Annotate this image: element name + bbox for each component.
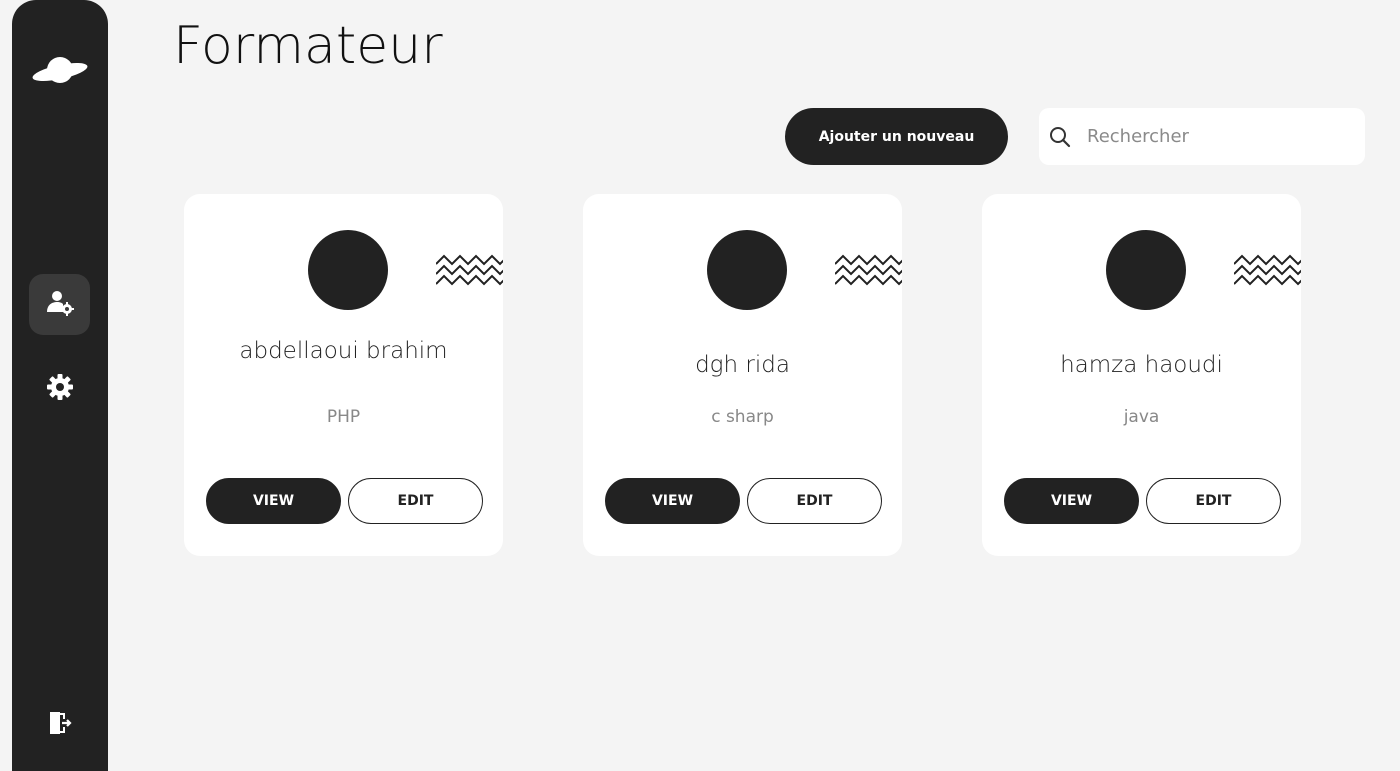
edit-button[interactable]: EDIT [747,478,882,524]
zigzag-decoration-icon [835,254,902,286]
edit-button[interactable]: EDIT [1146,478,1281,524]
sidebar-item-logout[interactable] [29,694,90,755]
view-button[interactable]: VIEW [605,478,740,524]
trainer-card: hamza haoudi java VIEW EDIT [982,194,1301,556]
trainer-card: dgh rida c sharp VIEW EDIT [583,194,902,556]
logout-icon [48,710,72,740]
trainer-name: hamza haoudi [1060,352,1223,378]
avatar [1106,230,1186,310]
sidebar-item-settings[interactable] [29,358,90,419]
sidebar-item-formateurs[interactable] [29,274,90,335]
zigzag-decoration-icon [1234,254,1301,286]
search-icon [1049,126,1071,148]
trainer-name: dgh rida [695,352,790,378]
page-title: Formateur [173,16,443,76]
add-new-button[interactable]: Ajouter un nouveau [785,108,1008,165]
gear-icon [46,373,74,405]
trainer-skill: PHP [326,407,361,427]
view-button[interactable]: VIEW [1004,478,1139,524]
zigzag-decoration-icon [436,254,503,286]
trainer-card: abdellaoui brahim PHP VIEW EDIT [184,194,503,556]
search-box [1039,108,1365,165]
avatar [308,230,388,310]
trainer-name: abdellaoui brahim [239,338,448,364]
edit-button[interactable]: EDIT [348,478,483,524]
user-gear-icon [45,288,75,322]
planet-logo-icon[interactable] [30,50,90,90]
search-input[interactable] [1087,126,1327,147]
view-button[interactable]: VIEW [206,478,341,524]
avatar [707,230,787,310]
sidebar [12,0,108,771]
trainer-skill: c sharp [711,407,774,427]
trainer-skill: java [1123,407,1160,427]
